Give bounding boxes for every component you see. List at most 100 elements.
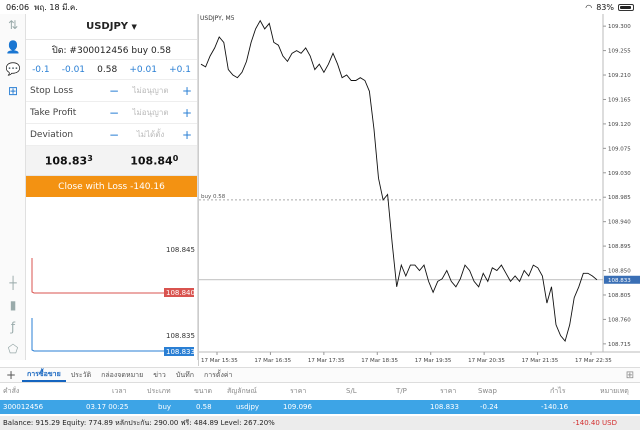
mini-low-label: 108.835	[166, 332, 195, 340]
bid-main: 108.83	[44, 154, 88, 168]
mini-blue-tag-label: 108.833	[166, 348, 195, 356]
stop-loss-field[interactable]: ไม่อนุญาต	[120, 84, 181, 97]
balance-bar: Balance: 915.29 Equity: 774.89 หลักประกั…	[0, 416, 640, 430]
take-profit-field[interactable]: ไม่อนุญาต	[120, 106, 181, 119]
plus-icon[interactable]: +	[181, 106, 193, 120]
plus-icon[interactable]: +	[181, 128, 193, 142]
tab-settings[interactable]: การตั้งค่า	[199, 370, 238, 381]
price-chart[interactable]: 109.300 109.255 109.210 109.165 109.120 109.0…	[198, 14, 640, 366]
order-line-label: buy 0.58	[201, 194, 226, 200]
new-order-icon[interactable]: ⊞	[0, 80, 26, 102]
step-plus-001[interactable]: +0.01	[129, 65, 157, 75]
battery-percent: 83%	[596, 2, 614, 12]
step-minus-001[interactable]: -0.01	[62, 65, 85, 75]
deviation-field[interactable]: ไม่ได้ตั้ง	[120, 128, 181, 141]
clock: 06:06	[6, 2, 30, 12]
col-sl: S/L	[346, 387, 357, 395]
col-profit: กำไร	[550, 386, 566, 395]
current-price-label: 108.833	[608, 278, 631, 284]
table-row[interactable]: 300012456 03.17 00:25 buy 0.58 usdjpy 10…	[0, 400, 640, 414]
deviation-label: Deviation	[30, 129, 74, 140]
tab-journal[interactable]: บันทึก	[171, 370, 199, 381]
y-tick-label: 108.760	[608, 317, 631, 323]
col-symbol: สัญลักษณ์	[227, 386, 257, 395]
wifi-icon: ◠	[585, 2, 593, 12]
cell-time: 03.17 00:25	[86, 403, 129, 411]
step-minus-01[interactable]: -0.1	[32, 65, 50, 75]
battery-icon	[618, 3, 634, 11]
terminal-tabs: + การซื้อขาย ประวัติ กล่องจดหมาย ข่าว บั…	[0, 367, 640, 383]
mini-tick-chart: 108.845 108.835 108.840 108.833	[31, 246, 195, 356]
user-icon[interactable]: 👤	[0, 36, 26, 58]
plus-icon[interactable]: +	[181, 84, 193, 98]
step-plus-01[interactable]: +0.1	[169, 65, 191, 75]
tab-trade[interactable]: การซื้อขาย	[22, 369, 66, 382]
candles-icon[interactable]: ▮	[0, 294, 26, 316]
x-tick-label: 17 Mar 20:35	[468, 358, 505, 364]
layout-icon[interactable]: ⊞	[620, 370, 640, 381]
date: พฤ. 18 มี.ค.	[34, 2, 78, 12]
quotes-icon[interactable]: ⇅	[0, 14, 26, 36]
col-time: เวลา	[112, 386, 127, 395]
col-swap: Swap	[478, 387, 497, 395]
price-chart-svg: 109.300 109.255 109.210 109.165 109.120 109.0…	[199, 14, 640, 364]
chevron-down-icon: ▼	[131, 22, 137, 31]
minus-icon[interactable]: −	[108, 128, 120, 142]
symbol-selector[interactable]: USDJPY ▼	[26, 14, 197, 40]
y-tick-label: 108.850	[608, 269, 631, 275]
ask-main: 108.84	[130, 154, 173, 168]
left-toolbar: ⇅ 👤 💬 ⊞ ┼ ▮ ƒ ⬠ M5	[0, 14, 26, 375]
col-cur-price: ราคา	[440, 386, 457, 395]
col-comment: หมายเหตุ	[600, 386, 629, 395]
minus-icon[interactable]: −	[108, 106, 120, 120]
add-icon[interactable]: +	[0, 368, 22, 382]
bid-price: 108.833	[45, 154, 93, 168]
volume-stepper: -0.1 -0.01 0.58 +0.01 +0.1	[26, 60, 197, 80]
ask-sup: 0	[172, 153, 179, 163]
y-tick-label: 109.030	[608, 171, 631, 177]
y-tick-label: 108.895	[608, 244, 631, 250]
tab-history[interactable]: ประวัติ	[66, 370, 96, 381]
col-size: ขนาด	[194, 386, 213, 395]
symbol-label: USDJPY	[86, 21, 129, 32]
cell-symbol: usdjpy	[236, 403, 260, 411]
cell-price: 109.096	[283, 403, 312, 411]
crosshair-icon[interactable]: ┼	[0, 272, 26, 294]
tab-mailbox[interactable]: กล่องจดหมาย	[96, 370, 148, 381]
y-tick-label: 109.300	[608, 24, 631, 30]
x-tick-label: 17 Mar 16:35	[254, 358, 291, 364]
chart-title: USDJPY, M5	[200, 15, 235, 22]
chat-icon[interactable]: 💬	[0, 58, 26, 80]
y-tick-label: 109.210	[608, 73, 631, 79]
x-tick-label: 17 Mar 22:35	[575, 358, 612, 364]
price-series-line	[200, 19, 598, 343]
cell-size: 0.58	[196, 403, 212, 411]
floating-pnl: -140.40 USD	[572, 419, 617, 427]
objects-icon[interactable]: ⬠	[0, 338, 26, 360]
cell-cur-price: 108.833	[430, 403, 459, 411]
col-order: คำสั่ง	[3, 386, 20, 395]
price-display: 108.833 108.840	[26, 146, 197, 176]
status-bar: 06:06 พฤ. 18 มี.ค. ◠ 83%	[0, 0, 640, 14]
order-title: ปิด: #300012456 buy 0.58	[26, 40, 197, 60]
y-tick-label: 109.255	[608, 49, 631, 55]
x-tick-label: 17 Mar 17:35	[308, 358, 345, 364]
mini-red-tag-label: 108.840	[166, 289, 195, 297]
mini-bid-line	[31, 318, 164, 352]
x-tick-label: 17 Mar 21:35	[522, 358, 559, 364]
cell-swap: -0.24	[480, 403, 499, 411]
close-with-loss-button[interactable]: Close with Loss -140.16	[26, 176, 197, 197]
stop-loss-row: Stop Loss − ไม่อนุญาต +	[26, 80, 197, 102]
deviation-row: Deviation − ไม่ได้ตั้ง +	[26, 124, 197, 146]
y-tick-label: 109.120	[608, 122, 631, 128]
indicators-icon[interactable]: ƒ	[0, 316, 26, 338]
x-tick-label: 17 Mar 18:35	[361, 358, 398, 364]
minus-icon[interactable]: −	[108, 84, 120, 98]
stop-loss-label: Stop Loss	[30, 85, 74, 96]
volume-value[interactable]: 0.58	[97, 65, 117, 75]
y-tick-label: 109.075	[608, 146, 631, 152]
x-tick-label: 17 Mar 15:35	[201, 358, 238, 364]
col-tp: T/P	[396, 387, 407, 395]
mini-ask-line	[31, 258, 164, 294]
tab-news[interactable]: ข่าว	[148, 370, 171, 381]
